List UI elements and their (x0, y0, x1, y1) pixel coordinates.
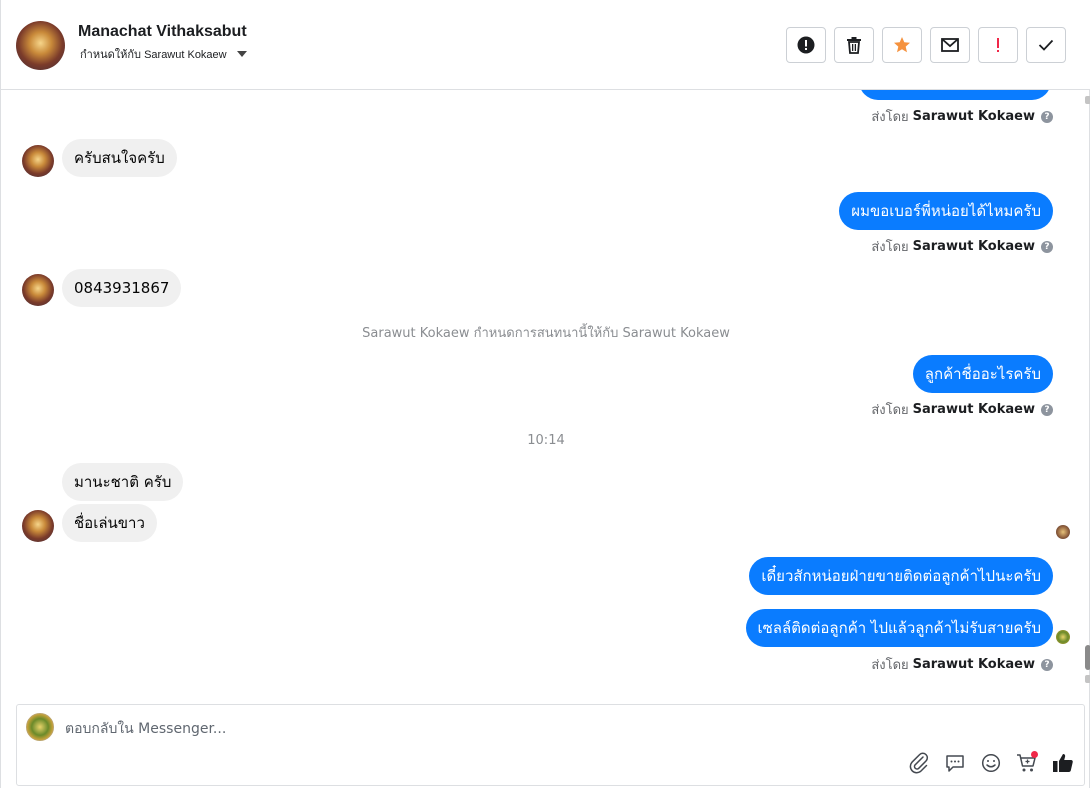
message-thread[interactable]: ส่งโดย Sarawut Kokaew ? ครับสนใจครับ ผมข… (1, 90, 1090, 695)
help-icon[interactable]: ? (1041, 110, 1053, 123)
message-bubble-outgoing[interactable]: ผมขอเบอร์พี่หน่อยได้ไหมครับ (839, 192, 1053, 230)
sent-by-label: ส่งโดย Sarawut Kokaew ? (871, 236, 1053, 257)
message-bubble-outgoing-partial[interactable] (859, 90, 1051, 100)
emoji-button[interactable] (980, 751, 1002, 775)
attach-button[interactable] (908, 751, 930, 775)
sent-by-prefix: ส่งโดย (871, 403, 909, 418)
notification-dot (1031, 751, 1038, 758)
envelope-icon (941, 38, 959, 52)
assignee-dropdown[interactable]: กำหนดให้กับ Sarawut Kokaew (80, 45, 247, 63)
exclamation-icon (997, 38, 999, 52)
sent-by-name: Sarawut Kokaew (912, 239, 1035, 254)
message-bubble-outgoing[interactable]: เดี๋ยวสักหน่อยฝ่ายขายติดต่อลูกค้าไปนะครั… (749, 557, 1053, 595)
scroll-up-arrow[interactable] (1085, 96, 1090, 104)
header-actions (786, 27, 1066, 63)
conversation-header: Manachat Vithaksabut กำหนดให้กับ Sarawut… (1, 0, 1090, 90)
star-icon (894, 37, 910, 53)
done-button[interactable] (1026, 27, 1066, 63)
page-avatar (26, 713, 54, 741)
star-button[interactable] (882, 27, 922, 63)
reply-input[interactable] (65, 719, 865, 739)
check-icon (1038, 39, 1054, 51)
like-button[interactable] (1052, 751, 1074, 775)
delete-button[interactable] (834, 27, 874, 63)
speech-bubble-icon (946, 755, 964, 772)
contact-name[interactable]: Manachat Vithaksabut (78, 23, 247, 41)
message-bubble-incoming[interactable]: ชื่อเล่นขาว (62, 504, 157, 542)
sent-by-name: Sarawut Kokaew (912, 657, 1035, 672)
read-receipt-avatar (1056, 525, 1070, 539)
shop-button[interactable] (1016, 751, 1038, 775)
mark-unread-button[interactable] (930, 27, 970, 63)
sent-by-name: Sarawut Kokaew (912, 109, 1035, 124)
scroll-thumb[interactable] (1085, 645, 1090, 670)
contact-avatar-small (22, 510, 54, 542)
message-bubble-incoming[interactable]: มานะชาติ ครับ (62, 463, 184, 501)
contact-avatar-small (22, 145, 54, 177)
trash-icon (847, 37, 861, 54)
message-bubble-outgoing[interactable]: ลูกค้าชื่ออะไรครับ (912, 355, 1053, 393)
page-read-receipt-avatar (1056, 630, 1070, 644)
spam-button[interactable] (786, 27, 826, 63)
sent-by-label: ส่งโดย Sarawut Kokaew ? (871, 654, 1053, 675)
help-icon[interactable]: ? (1041, 403, 1053, 416)
smiley-icon (981, 753, 1001, 773)
follow-up-button[interactable] (978, 27, 1018, 63)
scroll-down-arrow[interactable] (1085, 675, 1090, 683)
sent-by-label: ส่งโดย Sarawut Kokaew ? (871, 399, 1053, 420)
message-bubble-outgoing[interactable]: เซลล์ติดต่อลูกค้า ไปแล้วลูกค้าไม่รับสายค… (745, 609, 1053, 647)
composer-tools (908, 751, 1074, 775)
message-bubble-incoming[interactable]: 0843931867 (62, 269, 182, 307)
sent-by-name: Sarawut Kokaew (912, 402, 1035, 417)
timestamp: 10:14 (527, 433, 565, 448)
sent-by-prefix: ส่งโดย (871, 658, 909, 673)
alert-circle-icon (797, 36, 815, 54)
thumbs-up-icon (1053, 754, 1073, 772)
assignee-label: กำหนดให้กับ Sarawut Kokaew (80, 49, 227, 61)
messenger-conversation-panel: Manachat Vithaksabut กำหนดให้กับ Sarawut… (0, 0, 1090, 788)
saved-replies-button[interactable] (944, 751, 966, 775)
message-bubble-incoming[interactable]: ครับสนใจครับ (62, 139, 177, 177)
sent-by-prefix: ส่งโดย (871, 240, 909, 255)
paperclip-icon (909, 752, 929, 774)
reply-composer (16, 704, 1085, 786)
thread-scrollbar[interactable] (1083, 90, 1090, 695)
contact-avatar-small (22, 274, 54, 306)
system-note: Sarawut Kokaew กำหนดการสนทนานี้ให้กับ Sa… (362, 326, 730, 341)
contact-avatar[interactable] (16, 21, 65, 70)
help-icon[interactable]: ? (1041, 240, 1053, 253)
sent-by-label: ส่งโดย Sarawut Kokaew ? (871, 106, 1053, 127)
sent-by-prefix: ส่งโดย (871, 110, 909, 125)
caret-down-icon (236, 51, 247, 57)
help-icon[interactable]: ? (1041, 658, 1053, 671)
